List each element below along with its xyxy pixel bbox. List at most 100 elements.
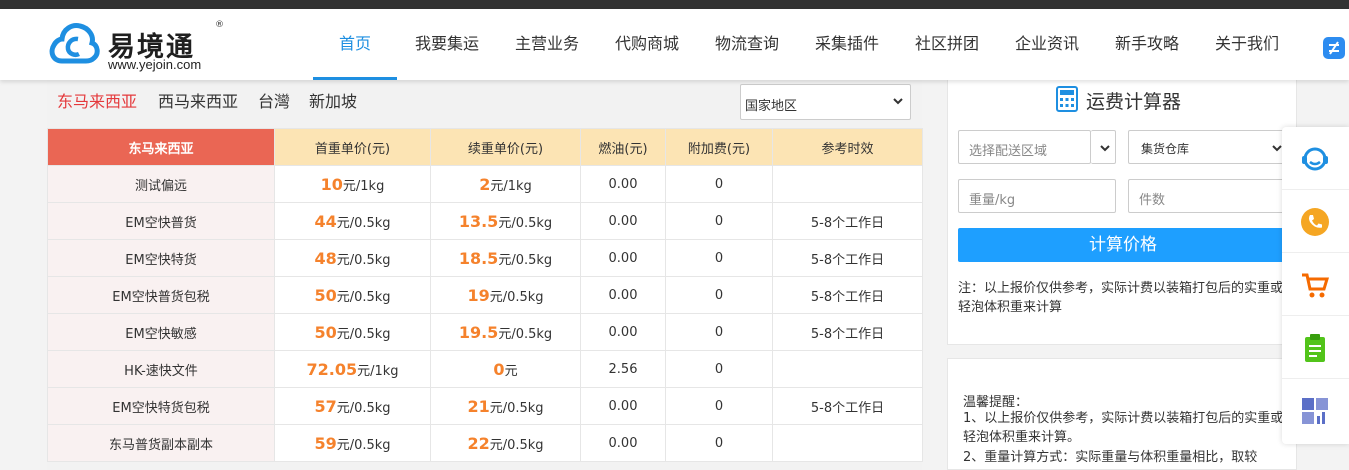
cont-price-value: 22 bbox=[467, 433, 490, 453]
first-price-value: 10 bbox=[320, 174, 343, 194]
first-price-unit: 元/0.5kg bbox=[336, 252, 391, 268]
first-price-value: 44 bbox=[314, 211, 337, 231]
region-tabs: 东马来西亚 西马来西亚 台灣 新加坡 国家地区 bbox=[47, 80, 922, 127]
continued-weight-price: 21元/0.5kg bbox=[430, 387, 581, 425]
calculate-price-button[interactable]: 计算价格 bbox=[958, 228, 1288, 262]
surcharge-fee: 0 bbox=[665, 313, 773, 351]
region-tab-taiwan[interactable]: 台灣 bbox=[258, 88, 290, 112]
eta: 5-8个工作日 bbox=[772, 239, 923, 277]
floating-sidebar bbox=[1282, 127, 1349, 444]
tips-title: 温馨提醒： bbox=[963, 395, 1029, 410]
delivery-region-dropdown[interactable] bbox=[1091, 130, 1116, 164]
fuel-fee: 2.56 bbox=[580, 350, 666, 388]
continued-weight-price: 18.5元/0.5kg bbox=[430, 239, 581, 277]
freight-calculator: 运费计算器 选择配送区域 集货仓库 重量/kg 件数 计算价格 注：以上报价仅供… bbox=[947, 80, 1297, 345]
cont-price-value: 21 bbox=[467, 396, 490, 416]
continued-weight-price: 2元/1kg bbox=[430, 165, 581, 203]
customer-service-button[interactable] bbox=[1282, 127, 1349, 190]
nav-main-business[interactable]: 主营业务 bbox=[505, 9, 589, 80]
nav-news[interactable]: 企业资讯 bbox=[1005, 9, 1089, 80]
table-row: EM空快特货 48元/0.5kg 18.5元/0.5kg 0.00 0 5-8个工作日 bbox=[47, 239, 923, 277]
nav-about[interactable]: 关于我们 bbox=[1205, 9, 1289, 80]
fuel-fee: 0.00 bbox=[580, 165, 666, 203]
site-header: 易境通 ® www.yejoin.com 首页 我要集运 主营业务 代购商城 物… bbox=[0, 9, 1349, 80]
first-price-unit: 元/0.5kg bbox=[336, 437, 391, 453]
surcharge-fee: 0 bbox=[665, 387, 773, 425]
rates-section: 东马来西亚 西马来西亚 台灣 新加坡 国家地区 东马来西亚 首重单价(元) 续重… bbox=[47, 80, 923, 470]
continued-weight-price: 0元 bbox=[430, 350, 581, 388]
cont-price-unit: 元/0.5kg bbox=[498, 215, 553, 231]
first-price-value: 59 bbox=[314, 433, 337, 453]
dashboard-button[interactable] bbox=[1282, 379, 1349, 442]
cart-button[interactable] bbox=[1282, 253, 1349, 316]
region-tab-east-malaysia[interactable]: 东马来西亚 bbox=[57, 88, 137, 112]
first-price-value: 48 bbox=[314, 248, 337, 268]
table-row: EM空快特货包税 57元/0.5kg 21元/0.5kg 0.00 0 5-8个工作日 bbox=[47, 387, 923, 425]
eta bbox=[772, 165, 923, 203]
cart-icon bbox=[1302, 273, 1330, 298]
nav-shopping-mall[interactable]: 代购商城 bbox=[605, 9, 689, 80]
chevron-down-icon bbox=[893, 98, 903, 105]
continued-weight-price: 19元/0.5kg bbox=[430, 276, 581, 314]
first-weight-price: 50元/0.5kg bbox=[274, 276, 431, 314]
surcharge-fee: 0 bbox=[665, 276, 773, 314]
table-row: EM空快普货 44元/0.5kg 13.5元/0.5kg 0.00 0 5-8个工作日 bbox=[47, 202, 923, 240]
warehouse-select[interactable]: 集货仓库 bbox=[1128, 130, 1288, 164]
first-weight-price: 57元/0.5kg bbox=[274, 387, 431, 425]
registered-mark: ® bbox=[215, 20, 224, 30]
phone-button[interactable] bbox=[1282, 190, 1349, 253]
table-row: 东马普货副本副本 59元/0.5kg 22元/0.5kg 0.00 0 bbox=[47, 424, 923, 462]
first-price-unit: 元/0.5kg bbox=[336, 400, 391, 416]
service-name: EM空快特货 bbox=[47, 239, 275, 277]
site-logo[interactable]: 易境通 ® www.yejoin.com bbox=[48, 19, 238, 73]
phone-icon bbox=[1301, 208, 1329, 236]
continued-weight-price: 13.5元/0.5kg bbox=[430, 202, 581, 240]
top-dark-strip bbox=[0, 0, 1349, 9]
nav-home[interactable]: 首页 bbox=[313, 9, 397, 80]
fuel-fee: 0.00 bbox=[580, 387, 666, 425]
nav-plugin[interactable]: 采集插件 bbox=[805, 9, 889, 80]
nav-tracking[interactable]: 物流查询 bbox=[705, 9, 789, 80]
weight-input[interactable]: 重量/kg bbox=[958, 179, 1116, 213]
orders-button[interactable] bbox=[1282, 316, 1349, 379]
piece-count-input[interactable]: 件数 bbox=[1128, 179, 1288, 213]
first-price-unit: 元/1kg bbox=[357, 363, 399, 379]
col-header-first-weight: 首重单价(元) bbox=[274, 128, 431, 166]
col-header-eta: 参考时效 bbox=[772, 128, 923, 166]
country-select[interactable]: 国家地区 bbox=[740, 84, 911, 120]
region-tab-west-malaysia[interactable]: 西马来西亚 bbox=[158, 88, 238, 112]
continued-weight-price: 19.5元/0.5kg bbox=[430, 313, 581, 351]
cont-price-value: 19 bbox=[467, 285, 490, 305]
first-price-value: 50 bbox=[314, 285, 337, 305]
nav-group-buy[interactable]: 社区拼团 bbox=[905, 9, 989, 80]
fuel-fee: 0.00 bbox=[580, 276, 666, 314]
cont-price-unit: 元 bbox=[504, 363, 518, 379]
tips-panel: 温馨提醒： 1、以上报价仅供参考，实际计费以装箱打包后的实重或轻泡体积重来计算。… bbox=[947, 358, 1297, 470]
cont-price-value: 0 bbox=[493, 359, 505, 379]
nav-consolidation[interactable]: 我要集运 bbox=[405, 9, 489, 80]
cont-price-value: 13.5 bbox=[458, 211, 499, 231]
translate-icon[interactable] bbox=[1323, 37, 1345, 59]
first-price-unit: 元/0.5kg bbox=[336, 215, 391, 231]
service-name: EM空快敏感 bbox=[47, 313, 275, 351]
service-name: EM空快普货 bbox=[47, 202, 275, 240]
first-price-unit: 元/1kg bbox=[342, 178, 385, 194]
eta bbox=[772, 350, 923, 388]
region-tab-singapore[interactable]: 新加坡 bbox=[309, 88, 357, 112]
table-header-row: 东马来西亚 首重单价(元) 续重单价(元) 燃油(元) 附加费(元) 参考时效 bbox=[47, 128, 923, 166]
col-header-continued-weight: 续重单价(元) bbox=[430, 128, 581, 166]
customer-service-icon bbox=[1302, 147, 1328, 171]
dashboard-icon bbox=[1302, 398, 1328, 424]
fuel-fee: 0.00 bbox=[580, 202, 666, 240]
col-header-fuel: 燃油(元) bbox=[580, 128, 666, 166]
cont-price-value: 18.5 bbox=[458, 248, 499, 268]
nav-guide[interactable]: 新手攻略 bbox=[1105, 9, 1189, 80]
delivery-region-input[interactable]: 选择配送区域 bbox=[958, 130, 1091, 164]
cont-price-value: 2 bbox=[479, 174, 491, 194]
fuel-fee: 0.00 bbox=[580, 239, 666, 277]
service-name: EM空快普货包税 bbox=[47, 276, 275, 314]
weight-placeholder: 重量/kg bbox=[969, 193, 1016, 208]
first-price-value: 50 bbox=[314, 322, 337, 342]
table-row: EM空快敏感 50元/0.5kg 19.5元/0.5kg 0.00 0 5-8个工作日 bbox=[47, 313, 923, 351]
calculator-note: 注：以上报价仅供参考，实际计费以装箱打包后的实重或轻泡体积重来计算 bbox=[958, 281, 1284, 315]
